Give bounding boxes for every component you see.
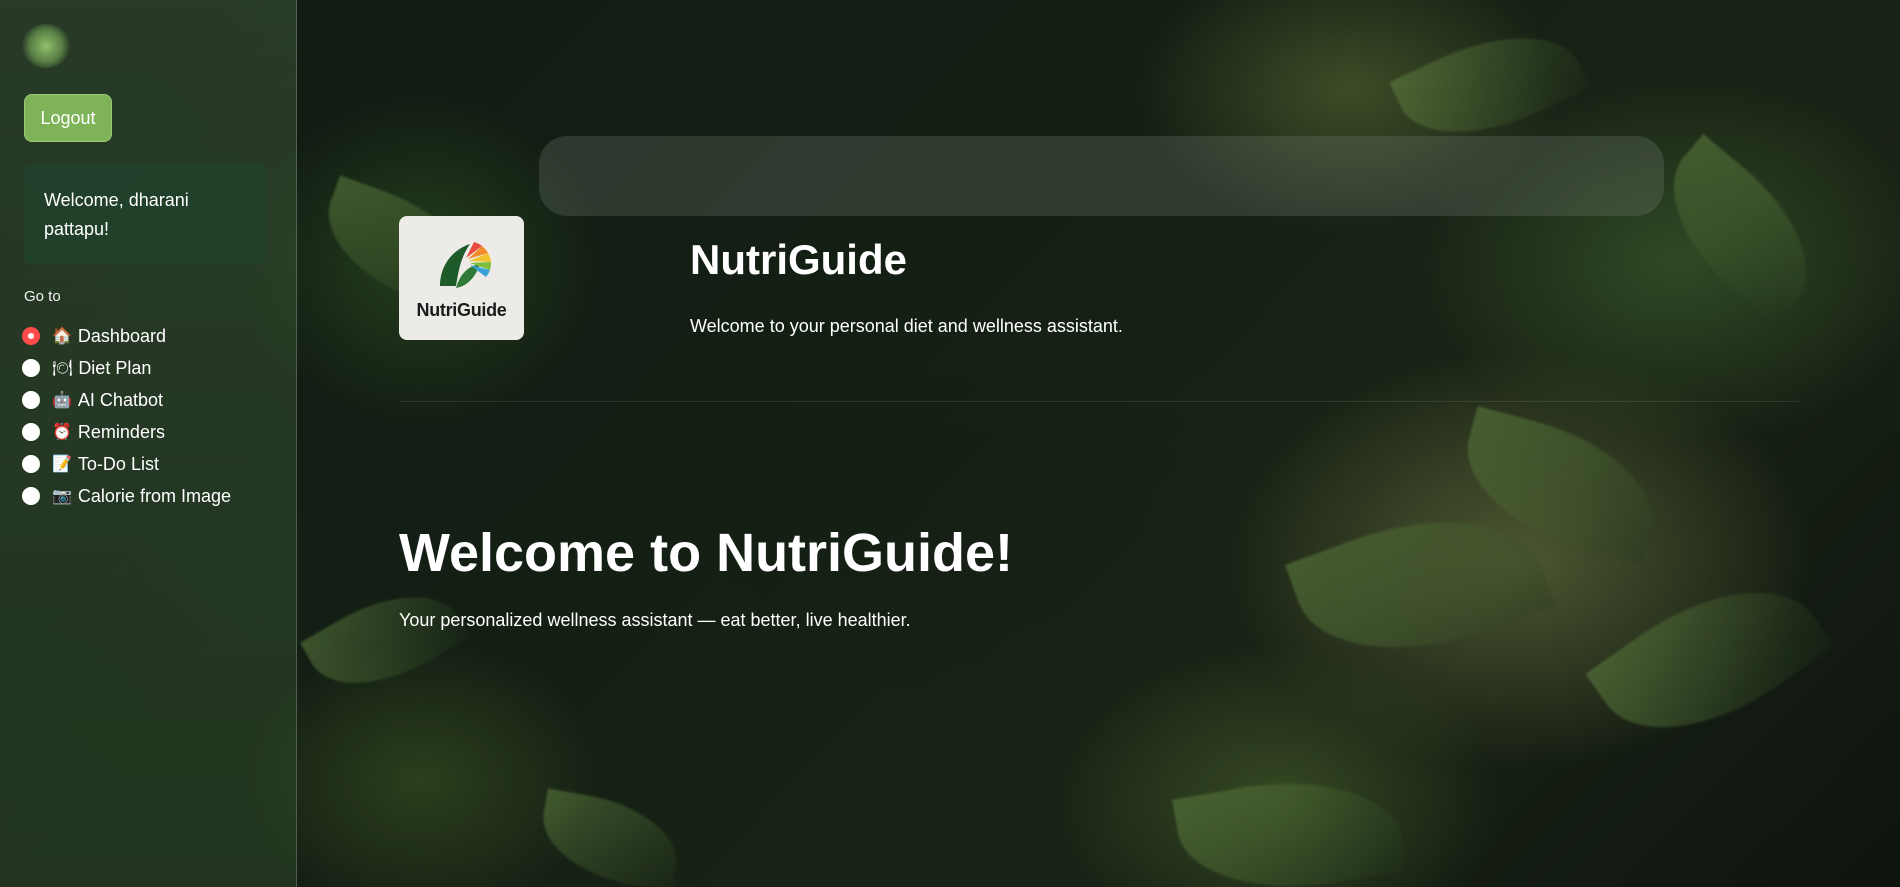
nav-section-label: Go to <box>24 288 61 305</box>
background-leaf <box>1638 133 1842 327</box>
nav-radio-group: 🏠 Dashboard 🍽 Diet Plan 🤖 AI Chatbot ⏰ R… <box>22 320 282 512</box>
alarm-clock-icon: ⏰ <box>52 424 72 441</box>
radio-unselected[interactable] <box>22 359 40 377</box>
camera-icon: 📷 <box>52 488 72 505</box>
nutriguide-logo-icon <box>439 241 491 288</box>
logo-wordmark: NutriGuide <box>416 299 507 320</box>
nav-item-label: To-Do List <box>77 453 159 474</box>
radio-unselected[interactable] <box>22 455 40 473</box>
nav-item-label: Dashboard <box>77 325 166 346</box>
nav-item-label: Reminders <box>77 421 165 442</box>
nav-item-diet-plan[interactable]: 🍽 Diet Plan <box>22 352 282 384</box>
robot-icon: 🤖 <box>52 392 72 409</box>
radio-unselected[interactable] <box>22 391 40 409</box>
nav-item-ai-chatbot[interactable]: 🤖 AI Chatbot <box>22 384 282 416</box>
nav-item-todo-list[interactable]: 📝 To-Do List <box>22 448 282 480</box>
radio-unselected[interactable] <box>22 423 40 441</box>
app-subtitle: Welcome to your personal diet and wellne… <box>690 316 1123 336</box>
hero-subtitle: Your personalized wellness assistant — e… <box>399 610 911 630</box>
memo-icon: 📝 <box>52 456 72 473</box>
plate-icon: 🍽 <box>52 360 73 377</box>
nav-item-label: Calorie from Image <box>77 485 231 506</box>
house-icon: 🏠 <box>52 328 72 345</box>
background-leaf <box>300 567 470 713</box>
nav-item-reminders[interactable]: ⏰ Reminders <box>22 416 282 448</box>
radio-unselected[interactable] <box>22 487 40 505</box>
nav-item-label: Diet Plan <box>78 357 152 378</box>
radio-selected[interactable] <box>22 327 40 345</box>
logout-button[interactable]: Logout <box>24 94 112 142</box>
sidebar: Logout Welcome, dharani pattapu! Go to 🏠… <box>0 0 297 887</box>
app-title: NutriGuide <box>690 236 907 283</box>
nav-item-dashboard[interactable]: 🏠 Dashboard <box>22 320 282 352</box>
hero-title: Welcome to NutriGuide! <box>399 523 1014 583</box>
background-leaf <box>1172 761 1408 887</box>
nav-item-calorie-from-image[interactable]: 📷 Calorie from Image <box>22 480 282 512</box>
app-root: NutriGuide NutriGuide Welcome to your pe… <box>0 0 1900 887</box>
header-banner <box>539 136 1664 216</box>
nav-item-label: AI Chatbot <box>77 389 163 410</box>
sidebar-logo <box>22 24 70 68</box>
background-leaf <box>534 788 686 887</box>
welcome-message: Welcome, dharani pattapu! <box>24 164 266 264</box>
section-divider <box>399 401 1799 402</box>
background-leaf <box>1585 547 1835 773</box>
app-logo: NutriGuide <box>399 216 524 340</box>
